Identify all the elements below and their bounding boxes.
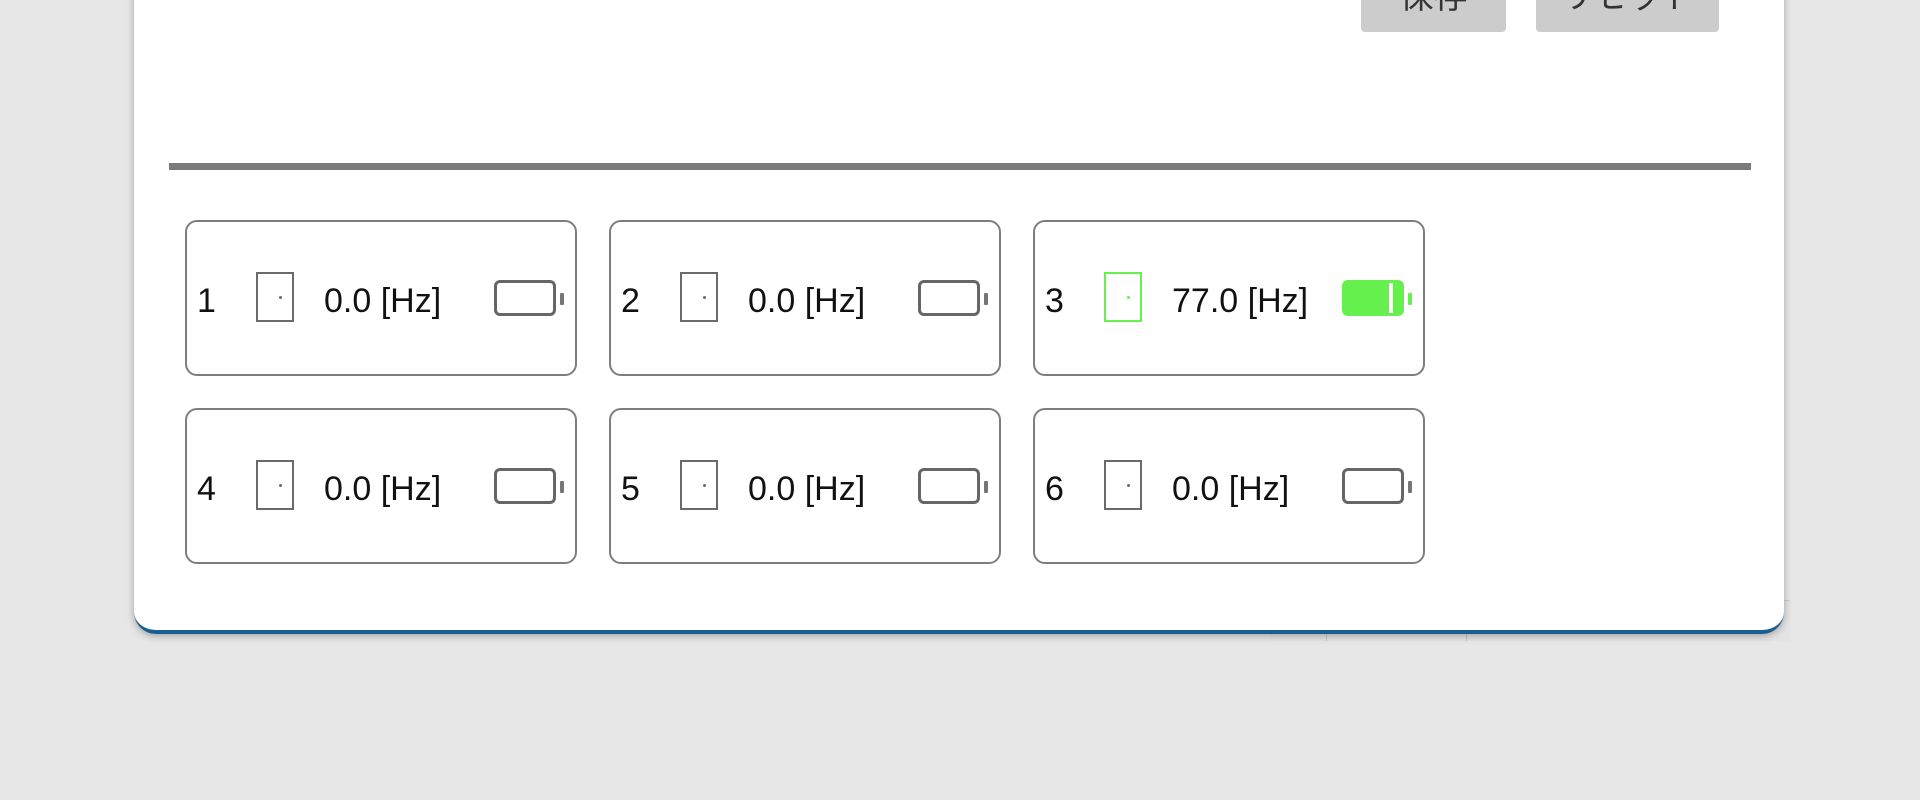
battery-icon: [918, 468, 988, 504]
door-icon: [680, 460, 718, 510]
sensor-frequency: 0.0 [Hz]: [1172, 470, 1290, 508]
sensor-frequency: 0.0 [Hz]: [324, 282, 442, 320]
sensor-id: 1: [197, 282, 216, 320]
sensor-card-3[interactable]: 3 77.0 [Hz]: [1033, 220, 1425, 376]
door-icon: [256, 272, 294, 322]
door-icon: [256, 460, 294, 510]
save-button[interactable]: 保存: [1361, 0, 1506, 32]
sensor-id: 2: [621, 282, 640, 320]
sensor-frequency: 0.0 [Hz]: [748, 282, 866, 320]
battery-icon: [918, 280, 988, 316]
door-icon: [680, 272, 718, 322]
sensor-card-2[interactable]: 2 0.0 [Hz]: [609, 220, 1001, 376]
section-divider: [169, 163, 1751, 170]
sensor-id: 6: [1045, 470, 1064, 508]
sensor-id: 3: [1045, 282, 1064, 320]
battery-icon: [1342, 468, 1412, 504]
window-bottom-edge: [1274, 630, 1784, 634]
sensor-frequency: 0.0 [Hz]: [748, 470, 866, 508]
main-window: 保存 リセット 1 0.0 [Hz] 2 0.0 [Hz] 3 77.0 [Hz…: [134, 0, 1784, 634]
sensor-id: 5: [621, 470, 640, 508]
sensor-frequency: 77.0 [Hz]: [1172, 282, 1309, 320]
reset-button[interactable]: リセット: [1536, 0, 1719, 32]
battery-icon: [494, 468, 564, 504]
sensor-frequency: 0.0 [Hz]: [324, 470, 442, 508]
sensor-card-4[interactable]: 4 0.0 [Hz]: [185, 408, 577, 564]
sensor-grid: 1 0.0 [Hz] 2 0.0 [Hz] 3 77.0 [Hz] 4 0.0 …: [185, 220, 1425, 564]
sensor-id: 4: [197, 470, 216, 508]
door-icon: [1104, 460, 1142, 510]
battery-icon: [494, 280, 564, 316]
battery-icon: [1342, 280, 1412, 316]
sensor-card-5[interactable]: 5 0.0 [Hz]: [609, 408, 1001, 564]
sensor-card-6[interactable]: 6 0.0 [Hz]: [1033, 408, 1425, 564]
door-icon: [1104, 272, 1142, 322]
sensor-card-1[interactable]: 1 0.0 [Hz]: [185, 220, 577, 376]
